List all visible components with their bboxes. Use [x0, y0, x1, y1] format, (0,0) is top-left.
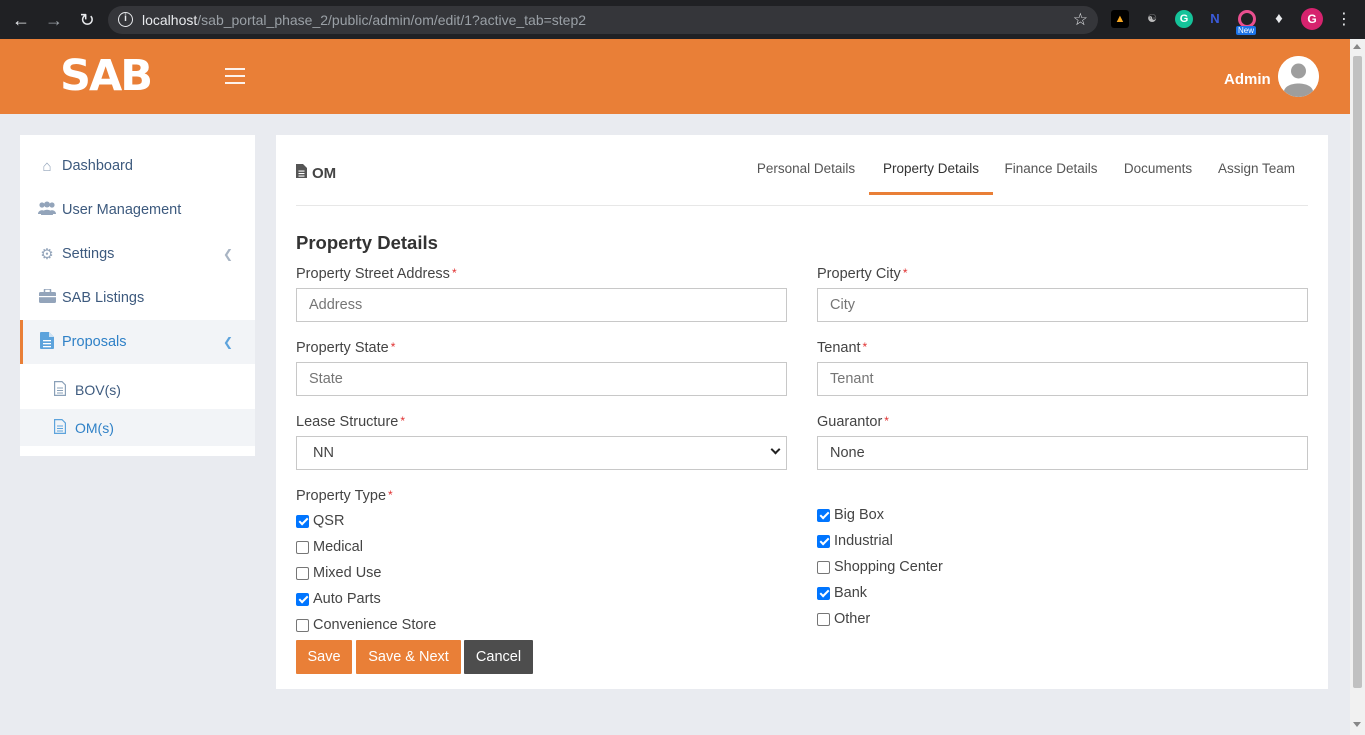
state-label: Property State * — [296, 340, 396, 356]
profile-avatar[interactable]: G — [1301, 8, 1323, 30]
users-icon — [37, 201, 57, 219]
briefcase-icon — [37, 288, 57, 307]
guarantor-label: Guarantor * — [817, 414, 889, 430]
tenant-input[interactable] — [817, 362, 1308, 396]
file-outline-icon — [53, 418, 67, 437]
extension-icon[interactable]: ▲ — [1111, 10, 1129, 28]
file-outline-icon — [53, 380, 67, 399]
checkbox[interactable] — [817, 612, 830, 626]
sidebar-item-settings[interactable]: ⚙ Settings ❮ — [20, 232, 255, 276]
hamburger-menu-icon[interactable] — [225, 68, 245, 84]
main-card: OM Personal Details Property Details Fin… — [276, 135, 1328, 689]
section-title: Property Details — [296, 232, 438, 253]
sidebar-subitem-bovs[interactable]: BOV(s) — [20, 371, 255, 408]
forward-icon[interactable]: → — [43, 9, 65, 31]
address-bar[interactable]: i localhost/sab_portal_phase_2/public/ad… — [108, 6, 1098, 34]
checkbox[interactable] — [817, 560, 830, 574]
checkbox-big-box[interactable]: Big Box — [817, 505, 884, 525]
tab-property-details[interactable]: Property Details — [869, 152, 993, 195]
checkbox-qsr[interactable]: QSR — [296, 511, 344, 531]
logo[interactable]: SAB — [60, 51, 153, 101]
checkbox-auto-parts[interactable]: Auto Parts — [296, 589, 381, 609]
lease-structure-label: Lease Structure * — [296, 414, 406, 430]
checkbox[interactable] — [296, 566, 309, 580]
sidebar-item-label: Settings — [62, 246, 115, 262]
checkbox[interactable] — [296, 618, 309, 632]
sidebar-item-dashboard[interactable]: ⌂ Dashboard — [20, 144, 255, 188]
sidebar-item-label: SAB Listings — [62, 290, 145, 306]
city-input[interactable] — [817, 288, 1308, 322]
tab-finance-details[interactable]: Finance Details — [998, 152, 1104, 195]
sidebar-item-user-management[interactable]: User Management — [20, 188, 255, 232]
url-text[interactable]: localhost/sab_portal_phase_2/public/admi… — [142, 12, 586, 28]
puzzle-icon[interactable]: ♦ — [1270, 10, 1288, 28]
sidebar-item-label: Proposals — [62, 334, 127, 350]
tab-bar: Personal Details Property Details Financ… — [276, 152, 1328, 195]
sidebar: ⌂ Dashboard User Management ⚙ Settings ❮… — [20, 135, 255, 456]
scroll-up-icon[interactable] — [1353, 44, 1361, 49]
tab-personal-details[interactable]: Personal Details — [749, 152, 863, 195]
state-input[interactable] — [296, 362, 787, 396]
cancel-button[interactable]: Cancel — [464, 640, 533, 674]
checkbox[interactable] — [296, 514, 309, 528]
checkbox[interactable] — [817, 534, 830, 548]
save-next-button[interactable]: Save & Next — [356, 640, 461, 674]
tab-assign-team[interactable]: Assign Team — [1211, 152, 1302, 195]
checkbox[interactable] — [296, 592, 309, 606]
checkbox-other[interactable]: Other — [817, 609, 870, 629]
checkbox[interactable] — [817, 586, 830, 600]
chevron-left-icon: ❮ — [222, 247, 233, 261]
gears-icon: ⚙ — [40, 246, 54, 263]
sidebar-item-sab-listings[interactable]: SAB Listings — [20, 276, 255, 320]
guarantor-input[interactable] — [817, 436, 1308, 470]
street-address-input[interactable] — [296, 288, 787, 322]
checkbox-medical[interactable]: Medical — [296, 537, 363, 557]
property-type-label: Property Type * — [296, 488, 393, 504]
home-icon: ⌂ — [42, 157, 52, 175]
bookmark-star-icon[interactable]: ☆ — [1073, 10, 1088, 30]
reload-icon[interactable]: ↻ — [76, 9, 98, 31]
divider — [296, 205, 1308, 206]
sidebar-subitem-label: OM(s) — [75, 419, 114, 436]
sidebar-item-label: Dashboard — [62, 158, 133, 174]
checkbox-convenience-store[interactable]: Convenience Store — [296, 615, 436, 635]
extension-icon[interactable]: ☯ — [1143, 10, 1161, 28]
checkbox[interactable] — [296, 540, 309, 554]
city-label: Property City * — [817, 266, 908, 282]
new-badge: New — [1236, 26, 1257, 35]
scroll-down-icon[interactable] — [1353, 722, 1361, 727]
browser-toolbar: ← → ↻ i localhost/sab_portal_phase_2/pub… — [0, 0, 1365, 39]
save-button[interactable]: Save — [296, 640, 352, 674]
page-scrollbar[interactable] — [1350, 39, 1365, 735]
tenant-label: Tenant * — [817, 340, 868, 356]
menu-dots-icon[interactable]: ⋮ — [1333, 9, 1355, 31]
sidebar-item-proposals[interactable]: Proposals ❮ — [20, 320, 255, 364]
user-avatar-icon[interactable] — [1278, 56, 1319, 97]
tab-documents[interactable]: Documents — [1116, 152, 1200, 195]
chevron-down-icon — [770, 444, 781, 455]
checkbox-bank[interactable]: Bank — [817, 583, 867, 603]
file-text-icon — [37, 331, 57, 353]
checkbox-mixed-use[interactable]: Mixed Use — [296, 563, 382, 583]
lease-structure-value: NN — [313, 445, 334, 461]
checkbox[interactable] — [817, 508, 830, 522]
sidebar-subitem-label: BOV(s) — [75, 381, 121, 398]
sidebar-subitem-oms[interactable]: OM(s) — [20, 409, 255, 446]
street-address-label: Property Street Address * — [296, 266, 457, 282]
chevron-left-icon: ❮ — [222, 335, 233, 349]
back-icon[interactable]: ← — [10, 9, 32, 31]
extension-icon[interactable]: N — [1206, 10, 1224, 28]
scrollbar-thumb[interactable] — [1353, 56, 1362, 688]
checkbox-shopping-center[interactable]: Shopping Center — [817, 557, 943, 577]
lease-structure-select[interactable]: NN — [296, 436, 787, 470]
app-header: SAB Admin — [0, 39, 1350, 114]
checkbox-industrial[interactable]: Industrial — [817, 531, 893, 551]
sidebar-item-label: User Management — [62, 202, 182, 218]
grammarly-icon[interactable]: G — [1175, 10, 1193, 28]
site-info-icon[interactable]: i — [118, 12, 133, 27]
admin-name[interactable]: Admin — [1224, 71, 1271, 88]
